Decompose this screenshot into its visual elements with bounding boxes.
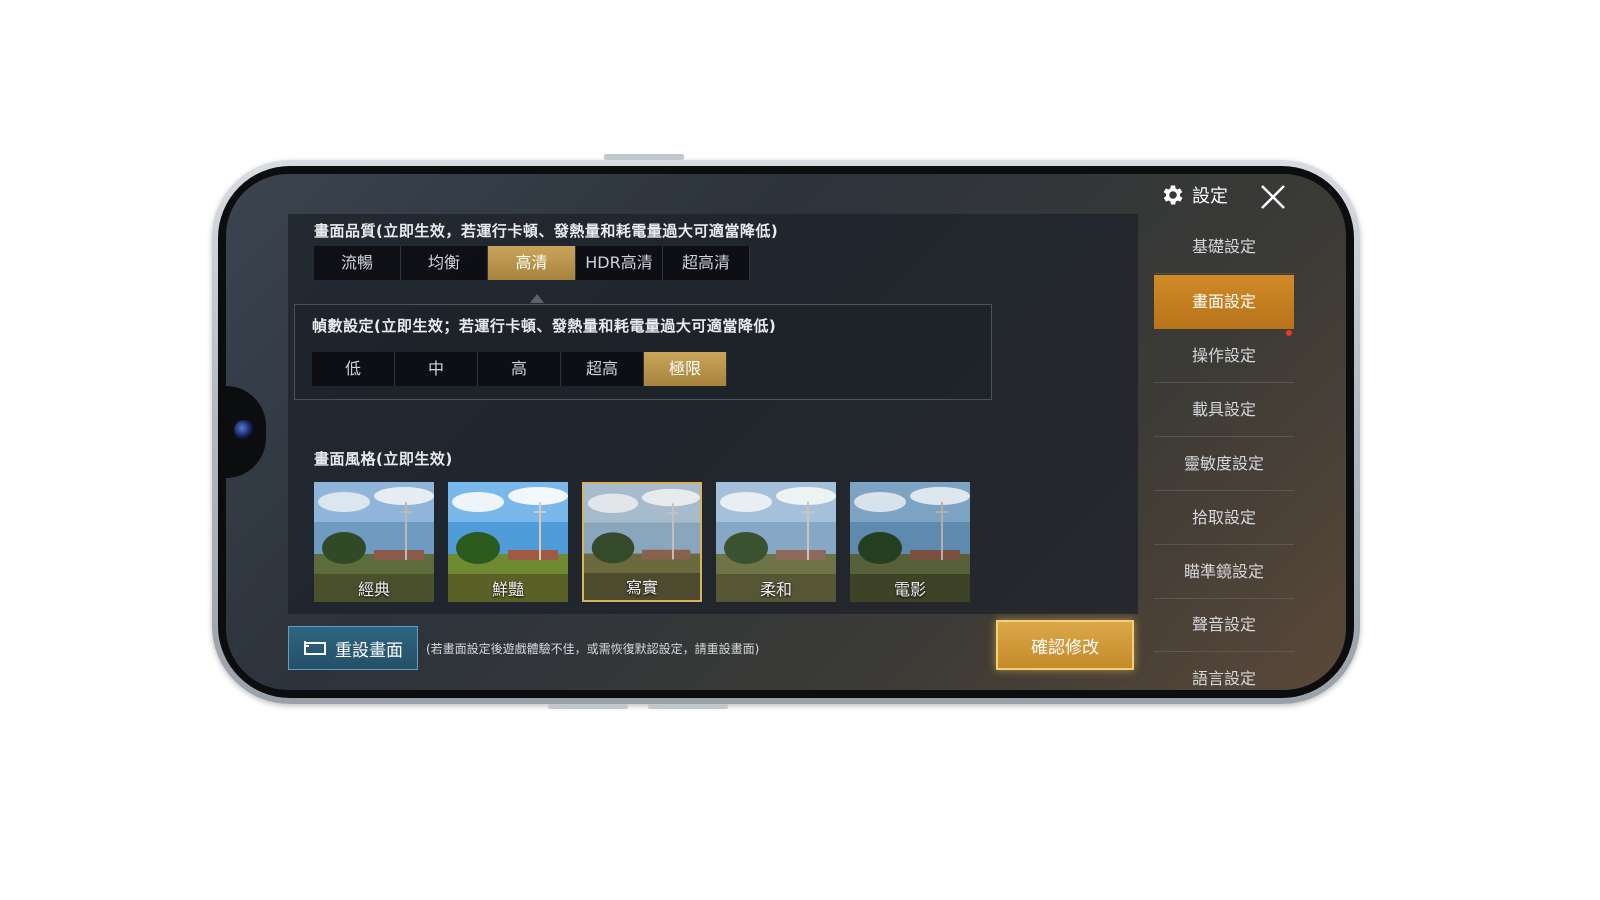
- quality-option-ultra[interactable]: 超高清: [663, 246, 750, 280]
- style-label-cinematic: 電影: [893, 580, 926, 599]
- style-option-soft[interactable]: 柔和: [716, 482, 836, 602]
- fps-option-low[interactable]: 低: [312, 352, 395, 386]
- phone-side-button: [604, 154, 684, 160]
- sidebar-item-audio[interactable]: 聲音設定: [1154, 598, 1294, 652]
- sidebar-item-basic[interactable]: 基礎設定: [1154, 220, 1294, 274]
- fps-option-extreme[interactable]: 極限: [644, 352, 727, 386]
- quality-option-hd[interactable]: 高清: [488, 246, 576, 280]
- style-option-cinematic[interactable]: 電影: [850, 482, 970, 602]
- confirm-button[interactable]: 確認修改: [996, 620, 1134, 670]
- quality-option-balanced[interactable]: 均衡: [401, 246, 488, 280]
- quality-option-hdr[interactable]: HDR高清: [576, 246, 663, 280]
- style-options: 經典 鮮豔 寫實 柔和 電影: [314, 482, 970, 602]
- quality-label: 畫面品質(立即生效，若運行卡頓、發熱量和耗電量過大可適當降低): [314, 222, 779, 240]
- style-option-vivid[interactable]: 鮮豔: [448, 482, 568, 602]
- style-label-vivid: 鮮豔: [491, 580, 524, 599]
- sidebar-item-sensitivity[interactable]: 靈敏度設定: [1154, 437, 1294, 491]
- caret-indicator: [530, 294, 544, 303]
- fps-segmented-control: 低 中 高 超高 極限: [312, 352, 727, 386]
- style-label-soft: 柔和: [759, 580, 792, 599]
- quality-option-smooth[interactable]: 流暢: [314, 246, 401, 280]
- sidebar-item-language[interactable]: 語言設定: [1154, 652, 1294, 690]
- sidebar-item-graphics[interactable]: 畫面設定: [1154, 275, 1294, 329]
- fps-label: 幀數設定(立即生效；若運行卡頓、發熱量和耗電量過大可適當降低): [312, 317, 777, 335]
- sidebar-item-pickup[interactable]: 拾取設定: [1154, 491, 1294, 545]
- reset-screen-button[interactable]: 重設畫面: [288, 626, 418, 670]
- style-option-classic[interactable]: 經典: [314, 482, 434, 602]
- phone-volume-button: [648, 704, 728, 709]
- fps-option-medium[interactable]: 中: [395, 352, 478, 386]
- close-icon[interactable]: [1258, 182, 1288, 212]
- reset-screen-label: 重設畫面: [335, 640, 403, 661]
- phone-volume-button: [548, 704, 628, 709]
- reset-note: (若畫面設定後遊戲體驗不佳，或需恢復默認設定，請重設畫面): [426, 642, 760, 656]
- style-label-classic: 經典: [357, 580, 390, 599]
- reset-icon: [304, 641, 326, 655]
- gear-icon: [1163, 185, 1183, 205]
- sidebar-item-controls[interactable]: 操作設定: [1154, 329, 1294, 383]
- style-label: 畫面風格(立即生效): [314, 450, 453, 468]
- style-label-realistic: 寫實: [625, 578, 658, 597]
- style-option-realistic[interactable]: 寫實: [582, 482, 702, 602]
- quality-segmented-control: 流暢 均衡 高清 HDR高清 超高清: [314, 246, 750, 280]
- game-screen: 畫面品質(立即生效，若運行卡頓、發熱量和耗電量過大可適當降低) 流暢 均衡 高清…: [226, 174, 1346, 690]
- settings-title: 設定: [1192, 186, 1228, 207]
- fps-option-ultra[interactable]: 超高: [561, 352, 644, 386]
- sidebar-item-vehicle[interactable]: 載具設定: [1154, 383, 1294, 437]
- fps-option-high[interactable]: 高: [478, 352, 561, 386]
- sidebar-item-scope[interactable]: 瞄準鏡設定: [1154, 545, 1294, 599]
- camera-icon: [234, 420, 254, 440]
- settings-header: 設定: [1160, 182, 1228, 208]
- settings-sidebar: 設定 基礎設定 畫面設定 操作設定 載具設定 靈敏度設定 拾取設定 瞄準鏡設定 …: [1154, 174, 1294, 690]
